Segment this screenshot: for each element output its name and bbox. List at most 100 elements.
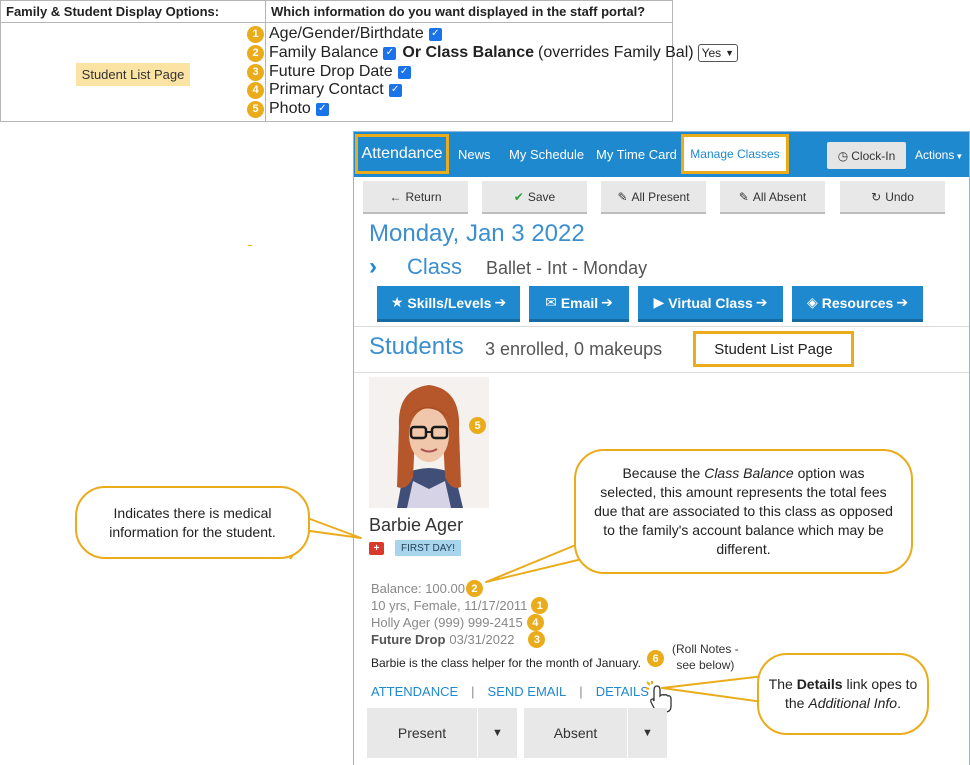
age-text: 10 yrs, Female, 11/17/2011 xyxy=(371,598,528,613)
step-number: 3 xyxy=(528,631,546,648)
email-button[interactable]: ✉ Email ➔ xyxy=(529,286,629,322)
step-number: 1 xyxy=(247,25,264,43)
save-button[interactable]: ✔ Save xyxy=(482,181,587,214)
family-balance-checkbox[interactable]: ✓ xyxy=(383,46,397,60)
all-absent-label: All Absent xyxy=(752,189,807,204)
present-dropdown-caret[interactable]: ▼ xyxy=(477,708,517,758)
class-balance-callout: Because the Class Balance option was sel… xyxy=(574,449,913,574)
envelope-icon: ✉ xyxy=(545,294,557,310)
pencil-icon: ✎ xyxy=(738,189,749,204)
student-name[interactable]: Barbie Ager xyxy=(369,515,463,536)
callout-text: Because the xyxy=(622,465,701,481)
callout-bold: Details xyxy=(796,676,843,692)
all-present-label: All Present xyxy=(631,189,690,204)
caret-down-icon: ▼ xyxy=(642,727,653,739)
step-number: 2 xyxy=(465,580,483,597)
roll-notes-hint: (Roll Notes - see below) xyxy=(672,641,739,673)
details-callout-text: The Details link opes to the Additional … xyxy=(767,675,919,713)
first-day-badge: FIRST DAY! xyxy=(395,540,462,556)
option-label: Primary Contact xyxy=(269,81,384,98)
pencil-icon: ✎ xyxy=(617,189,628,204)
student-photo xyxy=(369,377,489,508)
class-balance-select[interactable]: Yes ▼ xyxy=(697,44,739,62)
virtual-class-button[interactable]: ▶ Virtual Class ➔ xyxy=(638,286,783,322)
student-list-page-callout: Student List Page xyxy=(693,331,854,367)
present-button[interactable]: Present xyxy=(367,708,477,758)
chevron-right-icon[interactable]: › xyxy=(369,253,407,281)
contact-line: Holly Ager (999) 999-2415 4 xyxy=(371,614,544,631)
clock-in-label: Clock-In xyxy=(851,148,896,163)
option-label: Photo xyxy=(269,100,311,117)
nav-manage-classes[interactable]: Manage Classes xyxy=(681,134,789,174)
all-absent-button[interactable]: ✎ All Absent xyxy=(720,181,825,214)
options-header-right: Which information do you want displayed … xyxy=(271,4,646,19)
photo-checkbox[interactable]: ✓ xyxy=(315,102,329,116)
class-name: Ballet - Int - Monday xyxy=(486,258,648,278)
decorative-tick xyxy=(248,245,252,246)
option-primary-contact: 4 Primary Contact ✓ xyxy=(247,81,402,99)
star-icon: ★ xyxy=(390,294,404,310)
students-count: 3 enrolled, 0 makeups xyxy=(485,339,663,359)
class-label: Class xyxy=(407,254,463,279)
divider xyxy=(354,372,969,373)
note-step-number: 6 xyxy=(647,650,664,667)
nav-my-time-card[interactable]: My Time Card xyxy=(596,132,677,177)
actions-menu[interactable]: Actions▼ xyxy=(915,148,963,162)
nav-attendance[interactable]: Attendance xyxy=(355,134,449,174)
options-header-left: Family & Student Display Options: xyxy=(6,4,220,19)
check-icon: ✔ xyxy=(513,189,524,204)
absent-dropdown-caret[interactable]: ▼ xyxy=(627,708,667,758)
arrow-right-icon: ➔ xyxy=(494,294,507,310)
class-balance-note: (overrides Family Bal) xyxy=(538,44,694,61)
callout-text: The xyxy=(768,676,793,692)
nav-my-schedule[interactable]: My Schedule xyxy=(509,132,584,177)
callout-emphasis: Class Balance xyxy=(704,465,794,481)
details-link[interactable]: DETAILS xyxy=(596,684,649,699)
roll-note: Barbie is the class helper for the month… xyxy=(371,656,641,670)
step-number: 5 xyxy=(247,100,264,118)
arrow-right-icon: ➔ xyxy=(601,294,613,310)
return-button[interactable]: ← Return xyxy=(363,181,468,214)
step-number: 2 xyxy=(247,44,264,62)
link-separator: | xyxy=(579,684,583,699)
top-navbar: Attendance News My Schedule My Time Card… xyxy=(354,132,969,177)
skills-levels-button[interactable]: ★ Skills/Levels ➔ xyxy=(377,286,520,322)
future-drop-label: Future Drop xyxy=(371,632,446,647)
details-link-callout: The Details link opes to the Additional … xyxy=(757,653,929,735)
arrow-right-icon: ➔ xyxy=(755,294,768,310)
nav-news[interactable]: News xyxy=(458,132,491,177)
balance-text: Balance: 100.00 xyxy=(371,581,465,596)
step-number: 4 xyxy=(526,614,544,631)
email-label: Email xyxy=(560,294,599,311)
option-family-balance: 2 Family Balance ✓ Or Class Balance (ove… xyxy=(247,44,739,62)
age-line: 10 yrs, Female, 11/17/2011 1 xyxy=(371,597,549,614)
class-balance-callout-text: Because the Class Balance option was sel… xyxy=(594,464,893,559)
caret-down-icon: ▼ xyxy=(492,727,503,739)
all-present-button[interactable]: ✎ All Present xyxy=(601,181,706,214)
age-checkbox[interactable]: ✓ xyxy=(428,27,442,41)
chevron-down-icon: ▼ xyxy=(955,152,964,161)
clock-icon: ◷ xyxy=(837,148,849,163)
balance-line: Balance: 100.00 2 xyxy=(371,580,483,597)
medical-info-callout: Indicates there is medical information f… xyxy=(75,486,310,559)
future-drop-line: Future Drop 03/31/2022 3 xyxy=(371,631,546,648)
resources-label: Resources xyxy=(821,294,894,311)
class-balance-select-value: Yes xyxy=(701,46,722,60)
shapes-icon: ◈ xyxy=(806,294,818,310)
return-label: Return xyxy=(405,189,442,204)
attendance-link[interactable]: ATTENDANCE xyxy=(371,684,458,699)
photo-step-number: 5 xyxy=(469,417,486,434)
send-email-link[interactable]: SEND EMAIL xyxy=(488,684,567,699)
medical-kit-icon[interactable]: + xyxy=(369,542,384,555)
undo-button[interactable]: ↻ Undo xyxy=(840,181,945,214)
actions-label: Actions xyxy=(915,148,955,162)
option-photo: 5 Photo ✓ xyxy=(247,100,329,118)
clock-in-button[interactable]: ◷ Clock-In xyxy=(827,142,906,169)
step-number: 3 xyxy=(247,63,264,81)
option-label: Age/Gender/Birthdate xyxy=(269,25,424,42)
absent-button[interactable]: Absent xyxy=(524,708,627,758)
future-drop-checkbox[interactable]: ✓ xyxy=(397,65,411,79)
option-label: Family Balance xyxy=(269,44,379,61)
resources-button[interactable]: ◈ Resources ➔ xyxy=(792,286,923,322)
primary-contact-checkbox[interactable]: ✓ xyxy=(388,83,402,97)
